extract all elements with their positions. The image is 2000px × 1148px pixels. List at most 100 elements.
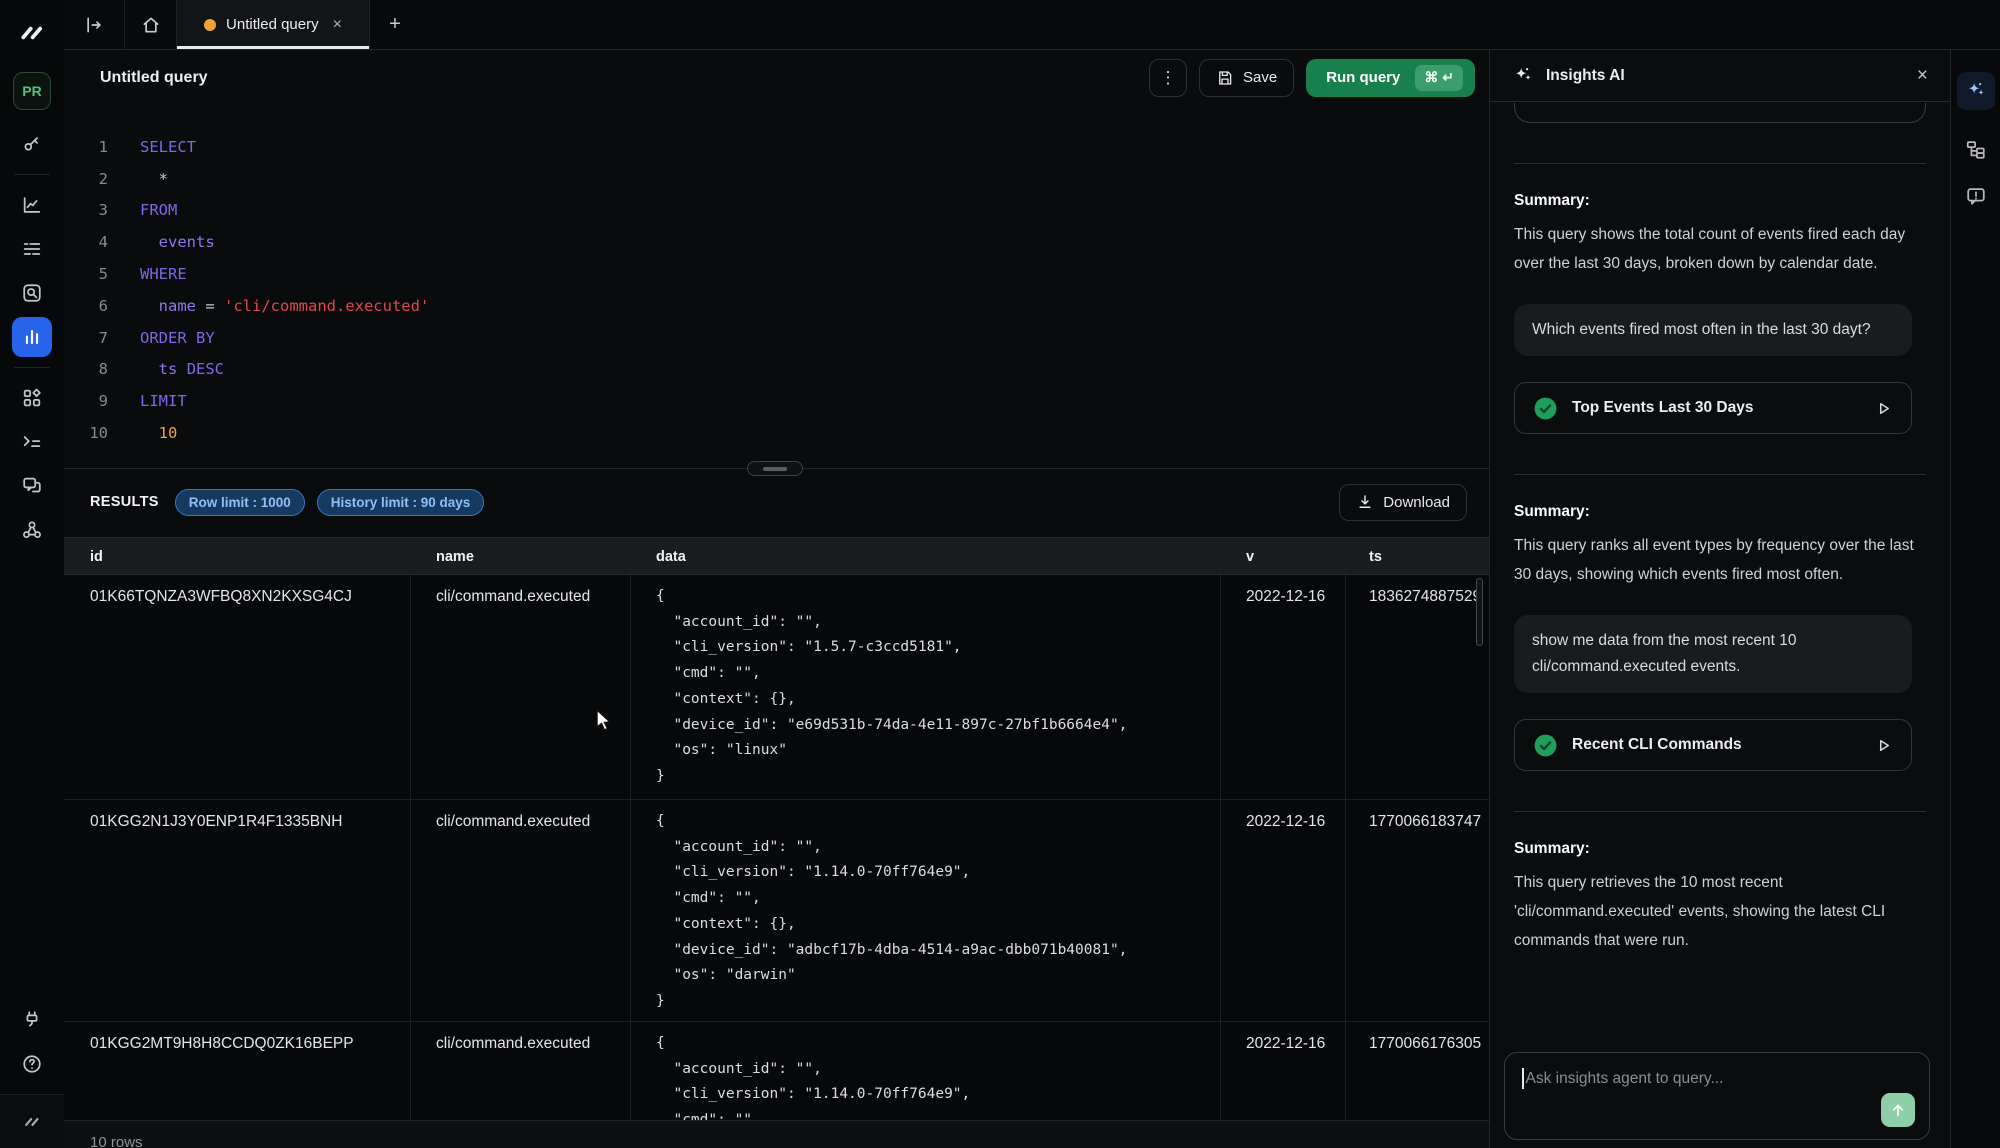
- editor-line[interactable]: 10 10: [64, 417, 1489, 449]
- line-number: 7: [64, 329, 108, 347]
- line-number: 5: [64, 265, 108, 283]
- cell-ts: 1770066176305: [1369, 1035, 1486, 1053]
- key-icon[interactable]: [12, 124, 52, 164]
- row-limit-badge[interactable]: Row limit : 1000: [175, 489, 305, 516]
- insights-input[interactable]: Ask insights agent to query...: [1504, 1052, 1930, 1140]
- tab-close-icon[interactable]: ×: [333, 16, 342, 34]
- line-number: 3: [64, 201, 108, 219]
- cell-data-json: { "account_id": "", "cli_version": "1.5.…: [656, 584, 1127, 790]
- line-number: 4: [64, 233, 108, 251]
- chat-icon[interactable]: [12, 466, 52, 506]
- cell-ts: 1836274887529: [1369, 588, 1486, 606]
- new-tab-button[interactable]: +: [370, 0, 420, 49]
- line-number: 8: [64, 360, 108, 378]
- app-logo-icon: [15, 18, 49, 53]
- summary-text: This query retrieves the 10 most recent …: [1514, 868, 1926, 955]
- scrolled-card-partial: [1514, 103, 1926, 123]
- query-title: Untitled query: [100, 69, 208, 87]
- insights-input-placeholder: Ask insights agent to query...: [1526, 1070, 1724, 1088]
- summary-heading: Summary:: [1514, 840, 1926, 858]
- section-divider: [1514, 163, 1926, 164]
- cell-id: 01KGG2MT9H8H8CCDQ0ZK16BEPP: [90, 1035, 354, 1053]
- save-button[interactable]: Save: [1199, 59, 1294, 97]
- help-icon[interactable]: [12, 1044, 52, 1084]
- tab-label: Untitled query: [226, 16, 319, 33]
- line-number: 6: [64, 297, 108, 315]
- editor-line[interactable]: 6 name = 'cli/command.executed': [64, 290, 1489, 322]
- workspace-badge[interactable]: PR: [13, 72, 51, 110]
- more-options-button[interactable]: ⋮: [1149, 59, 1187, 97]
- editor-line[interactable]: 4 events: [64, 226, 1489, 258]
- sql-editor[interactable]: 1SELECT2 *3FROM4 events5WHERE6 name = 'c…: [64, 105, 1489, 467]
- summary-heading: Summary:: [1514, 192, 1926, 210]
- column-header-v[interactable]: v: [1246, 538, 1254, 576]
- bar-chart-icon[interactable]: [12, 317, 52, 357]
- run-suggestion-button[interactable]: [1874, 399, 1893, 418]
- expand-sidebar-button[interactable]: [64, 0, 125, 49]
- results-footer: 10 rows: [64, 1120, 1489, 1148]
- insights-panel: Insights AI × Summary: This query shows t…: [1490, 50, 1950, 1148]
- terminal-icon[interactable]: [12, 422, 52, 462]
- bottom-logo-icon: [0, 1094, 64, 1148]
- line-number: 10: [64, 424, 108, 442]
- filters-icon[interactable]: [12, 229, 52, 269]
- summary-heading: Summary:: [1514, 503, 1926, 521]
- run-query-button[interactable]: Run query ⌘ ↵: [1306, 59, 1475, 97]
- home-icon: [141, 15, 161, 35]
- column-header-id[interactable]: id: [90, 538, 103, 576]
- chart-line-icon[interactable]: [12, 185, 52, 225]
- tree-icon[interactable]: [1957, 130, 1995, 168]
- cell-ts: 1770066183747: [1369, 813, 1486, 831]
- cell-v: 2022-12-16: [1246, 1035, 1325, 1053]
- user-message-bubble: show me data from the most recent 10 cli…: [1514, 615, 1912, 693]
- column-header-data[interactable]: data: [656, 538, 686, 576]
- editor-line[interactable]: 8 ts DESC: [64, 354, 1489, 386]
- home-button[interactable]: [125, 0, 177, 49]
- column-header-ts[interactable]: ts: [1369, 538, 1382, 576]
- insights-close-icon[interactable]: ×: [1917, 65, 1928, 87]
- editor-line[interactable]: 2 *: [64, 163, 1489, 195]
- suggested-query-card[interactable]: Top Events Last 30 Days: [1514, 382, 1912, 434]
- query-workspace: Untitled query ⋮ Save Run query ⌘ ↵ 1SEL…: [64, 50, 1490, 1148]
- save-icon: [1216, 69, 1234, 87]
- download-button[interactable]: Download: [1339, 484, 1467, 521]
- apps-icon[interactable]: [12, 378, 52, 418]
- cell-name: cli/command.executed: [436, 588, 590, 606]
- feedback-icon[interactable]: [1957, 177, 1995, 215]
- editor-line[interactable]: 7ORDER BY: [64, 322, 1489, 354]
- editor-line[interactable]: 5WHERE: [64, 258, 1489, 290]
- line-number: 1: [64, 138, 108, 156]
- send-button[interactable]: [1881, 1093, 1915, 1127]
- column-header-name[interactable]: name: [436, 538, 474, 576]
- results-table: 01K66TQNZA3WFBQ8XN2KXSG4CJ cli/command.ex…: [64, 575, 1489, 1120]
- insights-conversation: Summary: This query shows the total count…: [1490, 103, 1950, 1050]
- run-suggestion-button[interactable]: [1874, 736, 1893, 755]
- summary-text: This query shows the total count of even…: [1514, 220, 1926, 278]
- user-message-bubble: Which events fired most often in the las…: [1514, 304, 1912, 356]
- editor-line[interactable]: 1SELECT: [64, 131, 1489, 163]
- tab-untitled-query[interactable]: Untitled query ×: [177, 0, 370, 49]
- search-box-icon[interactable]: [12, 273, 52, 313]
- history-limit-badge[interactable]: History limit : 90 days: [317, 489, 485, 516]
- suggested-query-card[interactable]: Recent CLI Commands: [1514, 719, 1912, 771]
- results-scrollbar[interactable]: [1476, 578, 1483, 646]
- plug-icon[interactable]: [12, 1000, 52, 1040]
- row-count: 10 rows: [90, 1134, 1489, 1148]
- table-row[interactable]: 01K66TQNZA3WFBQ8XN2KXSG4CJ cli/command.ex…: [64, 575, 1489, 800]
- cell-id: 01K66TQNZA3WFBQ8XN2KXSG4CJ: [90, 588, 352, 606]
- suggested-query-label: Top Events Last 30 Days: [1572, 399, 1753, 417]
- right-rail: [1950, 50, 2000, 1148]
- insights-header: Insights AI ×: [1490, 50, 1950, 102]
- cell-v: 2022-12-16: [1246, 588, 1325, 606]
- table-row[interactable]: 01KGG2N1J3Y0ENP1R4F1335BNH cli/command.ex…: [64, 800, 1489, 1022]
- cell-id: 01KGG2N1J3Y0ENP1R4F1335BNH: [90, 813, 342, 831]
- cell-name: cli/command.executed: [436, 813, 590, 831]
- editor-line[interactable]: 3FROM: [64, 195, 1489, 227]
- play-icon: [1874, 736, 1893, 755]
- table-row[interactable]: 01KGG2MT9H8H8CCDQ0ZK16BEPPcli/command.ex…: [64, 1022, 1489, 1120]
- editor-line[interactable]: 9LIMIT: [64, 385, 1489, 417]
- sparkles-icon[interactable]: [1957, 72, 1995, 110]
- sidebar-divider: [14, 367, 50, 368]
- download-icon: [1356, 493, 1374, 511]
- webhook-icon[interactable]: [12, 510, 52, 550]
